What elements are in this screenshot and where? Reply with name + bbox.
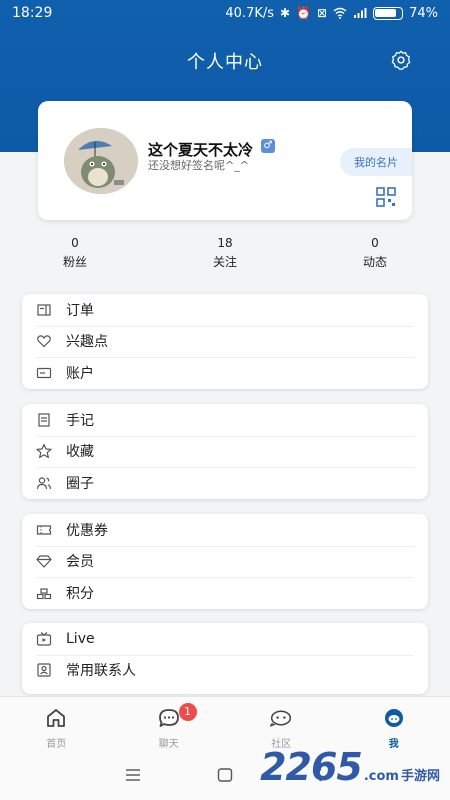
tab-label: 首页 — [46, 739, 67, 750]
menu-label: 会员 — [66, 554, 94, 571]
star-icon — [36, 444, 52, 459]
card-icon — [36, 367, 52, 378]
note-icon — [38, 413, 50, 427]
profile-card: 这个夏天不太冷 ♂ 还没想好签名呢^_^ 我的名片 — [38, 101, 412, 220]
menu-item-live[interactable]: Live — [22, 623, 428, 655]
menu-label: 订单 — [66, 302, 94, 319]
male-icon: ♂ — [261, 138, 276, 153]
menu-label: 收藏 — [66, 444, 94, 461]
status-time: 18:29 — [12, 5, 53, 21]
home-button-icon[interactable] — [216, 767, 234, 783]
order-icon — [37, 304, 51, 316]
tab-community[interactable]: 社区 — [225, 697, 338, 752]
menu-label: 手记 — [66, 412, 94, 429]
menu-item-coupons[interactable]: 优惠券 — [22, 514, 428, 546]
menu-group-content: 手记 收藏 圈子 — [22, 404, 428, 499]
tab-chat[interactable]: 聊天 1 — [113, 697, 226, 752]
my-card-button[interactable]: 我的名片 — [340, 148, 412, 176]
watermark-site: 手游网 — [400, 769, 440, 784]
tab-me[interactable]: 我 — [338, 697, 450, 752]
menu-label: 账户 — [66, 365, 94, 382]
stat-label: 关注 — [212, 255, 237, 269]
site-watermark: 2265 .com 手游网 — [260, 745, 440, 789]
stat-fans[interactable]: 0 粉丝 — [0, 236, 150, 276]
menu-label: Live — [66, 630, 95, 647]
qr-code-icon[interactable] — [376, 187, 396, 207]
tv-icon — [36, 631, 52, 646]
signature: 还没想好签名呢^_^ — [148, 159, 249, 172]
bluetooth-icon: ✱ — [280, 6, 291, 20]
menu-label: 圈子 — [66, 475, 94, 492]
stat-label: 动态 — [362, 255, 387, 269]
profile-icon — [384, 709, 403, 727]
menu-item-points[interactable]: 积分 — [22, 577, 428, 609]
watermark-suffix: .com — [363, 769, 399, 784]
home-icon — [47, 709, 66, 727]
menu-item-circles[interactable]: 圈子 — [22, 467, 428, 499]
community-icon — [270, 710, 292, 727]
contact-icon — [37, 663, 51, 677]
menu-label: 积分 — [66, 585, 94, 602]
gear-icon[interactable] — [390, 49, 412, 71]
stat-posts[interactable]: 0 动态 — [300, 236, 450, 276]
battery-icon — [373, 6, 404, 20]
stats-row: 0 粉丝 18 关注 0 动态 — [0, 236, 450, 276]
heart-icon — [37, 335, 51, 348]
menu-label: 优惠券 — [66, 522, 108, 539]
status-indicators: 40.7K/s ✱ ⏰ ⊠ 74% — [225, 6, 438, 21]
menu-label: 兴趣点 — [66, 334, 108, 351]
menu-group-orders: 订单 兴趣点 账户 — [22, 294, 428, 389]
stat-following[interactable]: 18 关注 — [150, 236, 300, 276]
menu-item-interests[interactable]: 兴趣点 — [22, 325, 428, 358]
page-title: 个人中心 — [187, 52, 263, 73]
menu-item-membership[interactable]: 会员 — [22, 545, 428, 578]
menu-item-contacts[interactable]: 常用联系人 — [22, 654, 428, 687]
chat-icon — [158, 709, 179, 727]
unread-badge: 1 — [178, 703, 197, 721]
tab-label: 聊天 — [158, 739, 179, 750]
alarm-icon: ⏰ — [296, 6, 312, 20]
menu-icon[interactable] — [124, 767, 142, 783]
group-icon — [36, 477, 52, 489]
diamond-icon — [36, 555, 52, 568]
wifi-icon — [333, 7, 347, 19]
stat-label: 粉丝 — [62, 255, 87, 269]
signal-icon — [354, 8, 367, 18]
menu-group-other: Live 常用联系人 — [22, 623, 428, 694]
menu-label: 常用联系人 — [66, 663, 136, 680]
sim-icon: ⊠ — [317, 6, 328, 20]
points-icon — [36, 588, 52, 599]
coupon-icon — [36, 525, 52, 535]
menu-item-orders[interactable]: 订单 — [22, 294, 428, 326]
stat-value: 18 — [217, 236, 233, 250]
menu-item-favorites[interactable]: 收藏 — [22, 435, 428, 468]
menu-item-account[interactable]: 账户 — [22, 357, 428, 389]
menu-item-notes[interactable]: 手记 — [22, 404, 428, 436]
stat-value: 0 — [371, 236, 379, 250]
stat-value: 0 — [71, 236, 79, 250]
battery-level: 74% — [409, 5, 438, 21]
avatar[interactable] — [64, 128, 138, 194]
network-speed: 40.7K/s — [225, 5, 275, 21]
menu-group-benefits: 优惠券 会员 积分 — [22, 514, 428, 609]
bottom-tab-bar: 首页 聊天 1 社区 我 — [0, 696, 450, 752]
tab-home[interactable]: 首页 — [0, 697, 113, 752]
status-bar: 18:29 40.7K/s ✱ ⏰ ⊠ 74% — [0, 0, 450, 26]
watermark-number: 2265 — [260, 745, 363, 789]
